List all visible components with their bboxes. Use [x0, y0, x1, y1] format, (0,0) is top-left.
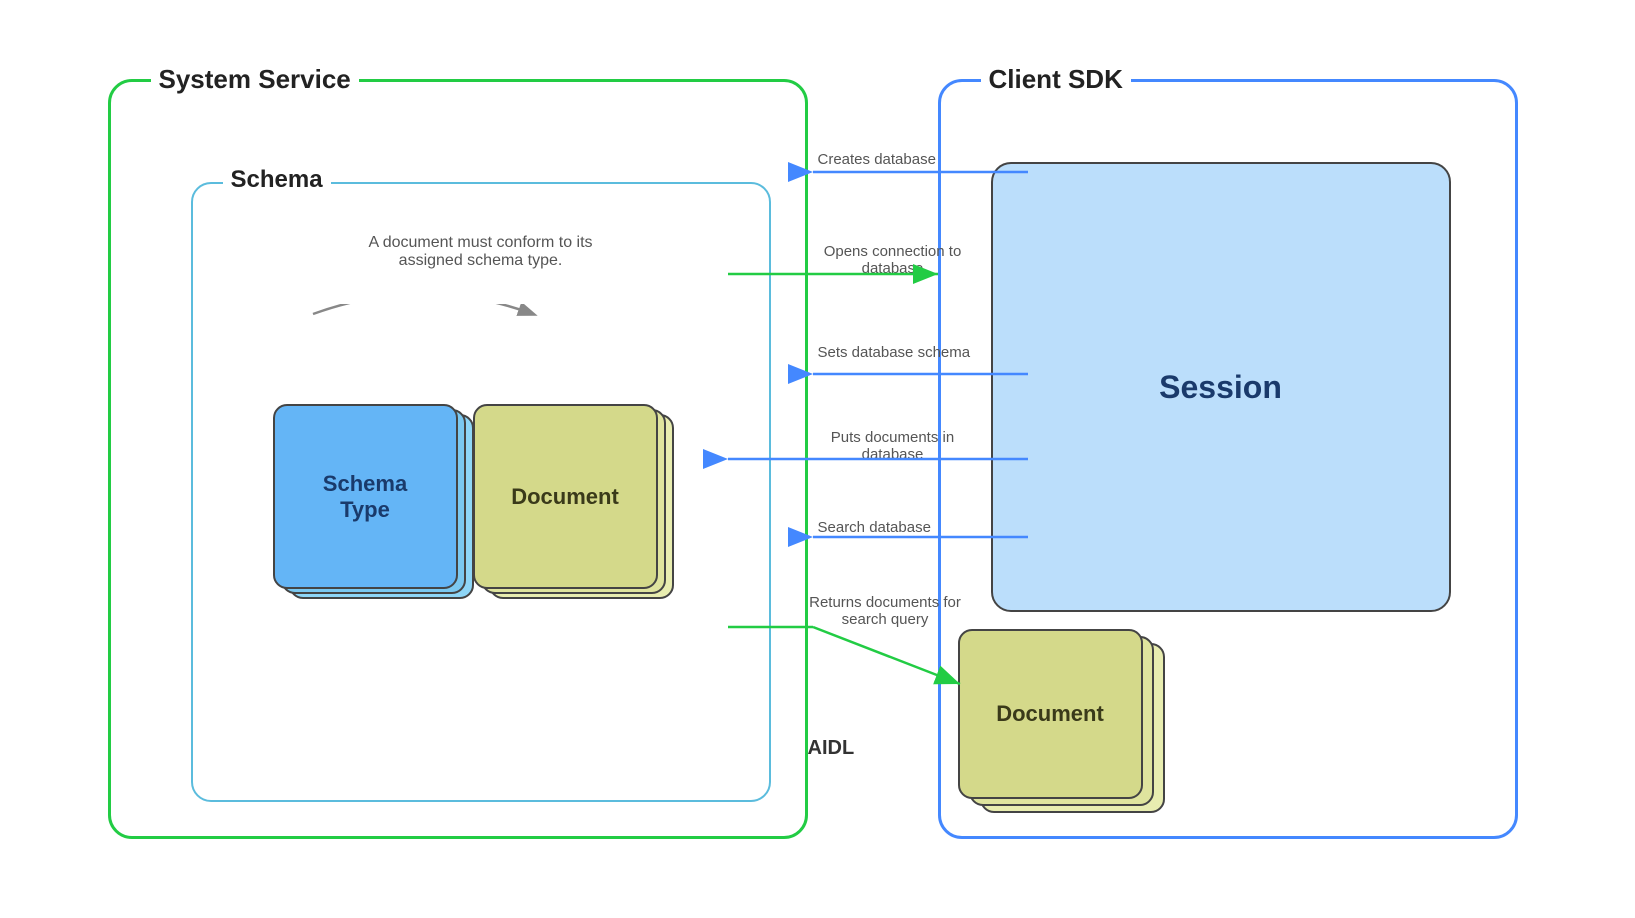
schema-box: Schema A document must conform to its as…: [191, 182, 771, 802]
diagram-container: System Service Schema A document must co…: [68, 39, 1568, 879]
document-card: Document: [473, 404, 658, 589]
arrow-label-opens-connection: Opens connection todatabase: [818, 243, 968, 277]
schema-type-stack: SchemaType: [273, 404, 473, 604]
schema-type-card: SchemaType: [273, 404, 458, 589]
session-card: Session: [991, 162, 1451, 612]
document-stack: Document: [473, 404, 673, 604]
aidl-label: AIDL: [808, 737, 855, 760]
arrow-label-puts-docs: Puts documents indatabase: [818, 429, 968, 463]
schema-description: A document must conform to its assigned …: [351, 234, 611, 270]
sdk-document-card: Document: [958, 629, 1143, 799]
system-service-label: System Service: [151, 64, 359, 95]
client-sdk-label: Client SDK: [981, 64, 1131, 95]
system-service-box: System Service Schema A document must co…: [108, 79, 808, 839]
arrow-label-creates-db: Creates database: [818, 151, 936, 168]
schema-label: Schema: [223, 166, 331, 194]
arrow-label-sets-schema: Sets database schema: [818, 344, 971, 361]
arrow-label-search-db: Search database: [818, 519, 931, 536]
schema-curve-arrow-svg: [253, 304, 593, 384]
arrow-label-returns-docs: Returns documents forsearch query: [808, 594, 963, 628]
